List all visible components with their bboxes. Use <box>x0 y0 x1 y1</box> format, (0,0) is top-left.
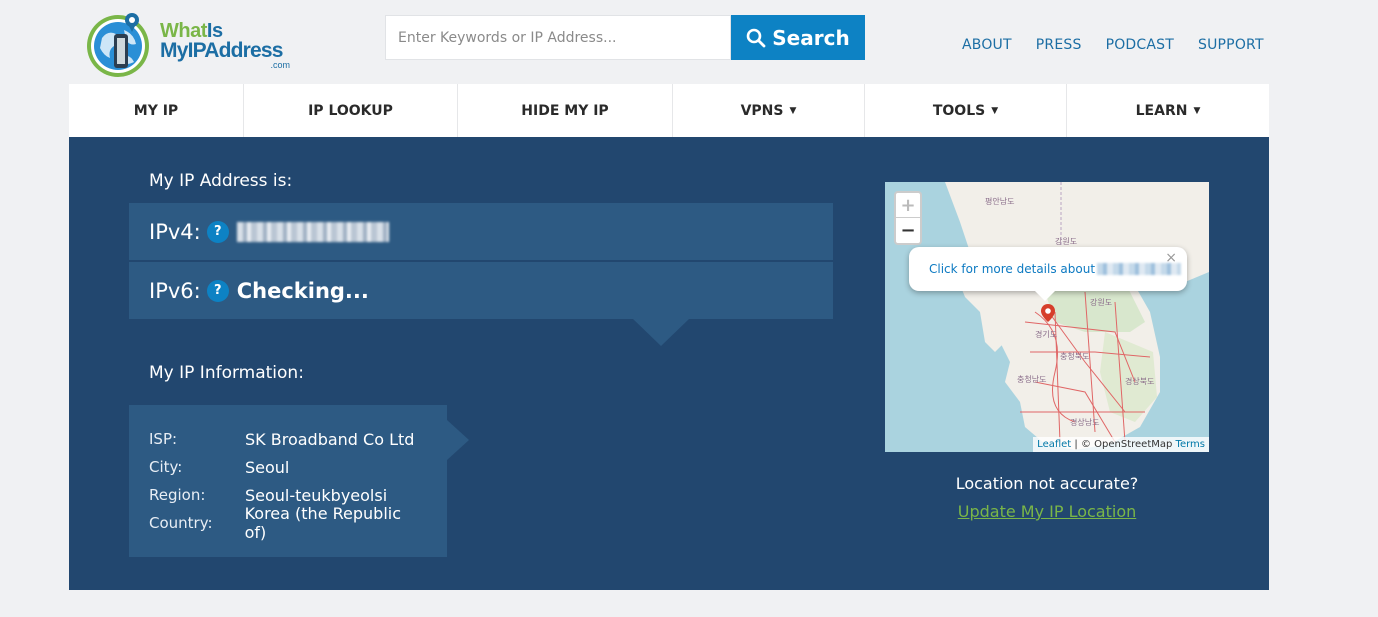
ipv4-label: IPv4: <box>149 219 201 244</box>
map-attribution: Leaflet | © OpenStreetMap Terms <box>1033 437 1209 452</box>
nav-my-ip[interactable]: MY IP <box>69 84 244 137</box>
ipv4-help-icon[interactable]: ? <box>206 220 229 243</box>
info-value: Seoul-teukbyeolsi <box>245 485 388 505</box>
map-popup-close-icon[interactable]: × <box>1165 250 1177 266</box>
info-value: Korea (the Republic of) <box>244 504 402 542</box>
logo-myipaddress: MyIPAddress <box>160 39 283 62</box>
search-icon <box>746 28 766 47</box>
topnav-podcast[interactable]: PODCAST <box>1106 37 1174 53</box>
map-zoom-control: + − <box>894 191 922 245</box>
ip-info-box: ISP: SK Broadband Co Ltd City: Seoul Regio… <box>129 405 447 557</box>
map-popup-text: Click for more details about <box>929 262 1096 276</box>
caret-down-icon: ▼ <box>1193 105 1201 116</box>
map-label: 충청남도 <box>1017 375 1046 384</box>
map-label: 경기도 <box>1035 329 1057 339</box>
search-bar: Search <box>385 15 865 60</box>
caret-down-icon: ▼ <box>991 105 999 116</box>
map-popup[interactable]: Click for more details about × <box>909 247 1187 291</box>
ip-heading: My IP Address is: <box>149 171 293 191</box>
nav-tools[interactable]: TOOLS ▼ <box>865 84 1067 137</box>
search-button[interactable]: Search <box>731 15 865 60</box>
nav-label: VPNS <box>740 102 784 119</box>
info-key: Country: <box>149 514 213 532</box>
nav-label: LEARN <box>1135 102 1188 119</box>
nav-label: IP LOOKUP <box>308 102 393 119</box>
update-location-link[interactable]: Update My IP Location <box>885 502 1209 521</box>
nav-label: TOOLS <box>932 102 986 119</box>
map-label: 평안남도 <box>985 196 1014 206</box>
site-logo[interactable]: WhatIs MyIPAddress .com <box>84 10 299 80</box>
map-zoom-in-button[interactable]: + <box>896 193 920 218</box>
ip-panel: My IP Address is: IPv4: ? IPv6: ? Checki… <box>69 137 1269 590</box>
info-value: SK Broadband Co Ltd <box>245 429 415 449</box>
ipv6-label: IPv6: <box>149 278 201 303</box>
map-label: 강원도 <box>1090 297 1112 307</box>
search-input[interactable] <box>385 15 731 60</box>
ipv4-value-redacted <box>236 221 389 242</box>
map-label: 강원도 <box>1055 236 1077 246</box>
topnav-about[interactable]: ABOUT <box>962 37 1012 53</box>
logo-text: WhatIs MyIPAddress .com <box>160 21 290 70</box>
nav-vpns[interactable]: VPNS ▼ <box>673 84 865 137</box>
map-label: 충청북도 <box>1060 352 1089 361</box>
ipv6-help-icon[interactable]: ? <box>206 279 229 302</box>
map-label: 경상북도 <box>1125 376 1154 386</box>
ipv6-value: Checking... <box>236 278 369 303</box>
ipv6-row: IPv6: ? Checking... <box>129 262 833 319</box>
topnav-support[interactable]: SUPPORT <box>1198 37 1264 53</box>
map-zoom-out-button[interactable]: − <box>896 218 920 243</box>
location-map[interactable]: 평안남도 강원도 강원도 경기도 충청북도 충청남도 경상북도 경상남도 + −… <box>885 182 1209 452</box>
terms-link[interactable]: Terms <box>1176 439 1205 450</box>
location-question: Location not accurate? <box>955 474 1139 493</box>
ip-pointer-arrow <box>633 319 689 346</box>
leaflet-link[interactable]: Leaflet <box>1037 439 1071 450</box>
map-popup-tip <box>1035 291 1055 301</box>
nav-label: HIDE MY IP <box>521 102 609 119</box>
info-key: Region: <box>149 486 206 504</box>
osm-attribution: | © OpenStreetMap <box>1074 439 1173 450</box>
nav-ip-lookup[interactable]: IP LOOKUP <box>244 84 458 137</box>
info-value: Seoul <box>245 457 290 477</box>
nav-learn[interactable]: LEARN ▼ <box>1067 84 1269 137</box>
info-row-country: Country: Korea (the Republic of) <box>149 504 427 542</box>
info-row-city: City: Seoul <box>149 453 427 481</box>
ipv4-row: IPv4: ? <box>129 203 833 260</box>
search-button-label: Search <box>772 25 850 50</box>
caret-down-icon: ▼ <box>789 105 797 116</box>
info-pointer-arrow <box>447 420 469 460</box>
info-key: ISP: <box>149 430 178 448</box>
nav-hide-my-ip[interactable]: HIDE MY IP <box>458 84 673 137</box>
topnav-press[interactable]: PRESS <box>1036 37 1082 53</box>
info-key: City: <box>149 458 183 476</box>
map-marker-icon[interactable] <box>1041 304 1055 322</box>
map-label: 경상남도 <box>1070 417 1099 427</box>
nav-label: MY IP <box>133 102 179 119</box>
globe-logo-icon <box>87 13 149 77</box>
info-row-isp: ISP: SK Broadband Co Ltd <box>149 425 427 453</box>
top-nav: ABOUT PRESS PODCAST SUPPORT <box>962 37 1288 53</box>
main-nav: MY IP IP LOOKUP HIDE MY IP VPNS ▼ TOOLS ▼ … <box>69 84 1269 137</box>
info-heading: My IP Information: <box>149 363 304 383</box>
